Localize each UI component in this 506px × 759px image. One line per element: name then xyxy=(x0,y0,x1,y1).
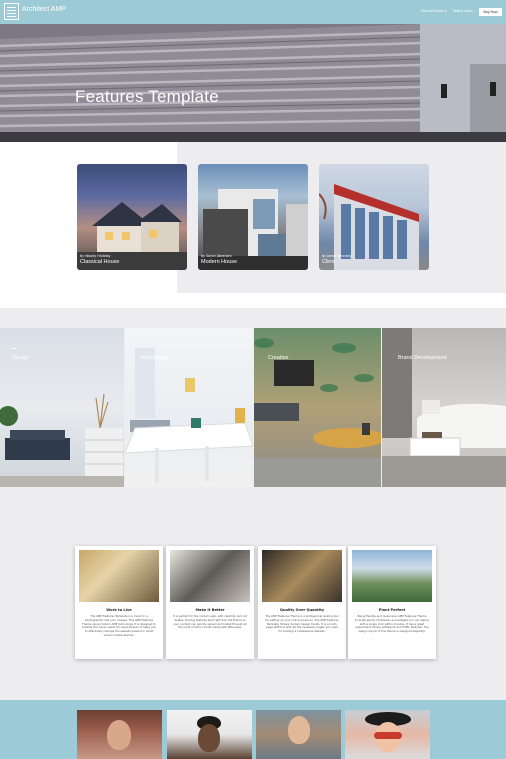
person-face xyxy=(198,724,220,752)
features-section: Work to Live The AMP Features Template i… xyxy=(0,524,506,700)
project-card-clinic[interactable]: by Jamie Kennedy Clinic xyxy=(319,164,429,270)
team-member-photo[interactable] xyxy=(256,710,341,759)
project-title[interactable]: Modern House xyxy=(201,259,237,265)
project-card-classical-house[interactable]: by Woody Halliday Classical House xyxy=(77,164,187,270)
category-tile-design[interactable]: Design xyxy=(0,328,124,487)
category-tile-creative[interactable]: Creative xyxy=(254,328,381,487)
top-navbar: Architect AMP View All Demo ▾ Watch Vide… xyxy=(0,0,506,24)
project-author: by Woody Halliday xyxy=(80,254,111,258)
hero-banner: Features Template xyxy=(0,24,506,142)
brand-development-room-image xyxy=(382,328,506,487)
site-logo-text[interactable]: Architect AMP xyxy=(22,6,66,13)
buy-now-button[interactable]: Buy Now xyxy=(479,8,502,16)
category-accent-bar xyxy=(12,348,16,349)
category-label[interactable]: Technology xyxy=(139,355,167,361)
nav-link-watch-video[interactable]: Watch Video xyxy=(453,9,473,13)
team-section xyxy=(0,700,506,759)
feature-title: Make It Better xyxy=(195,608,225,612)
feature-card-work-to-live[interactable]: Work to Live The AMP Features Template i… xyxy=(75,546,163,659)
design-room-image xyxy=(0,393,124,487)
feature-text: Being flexible and responsive AMP Featur… xyxy=(354,614,430,634)
categories-section: Design Technology Creative Brand Develop… xyxy=(0,308,506,524)
feature-title: Quality Over Quantity xyxy=(279,608,325,612)
person-face xyxy=(288,716,310,744)
project-card-modern-house[interactable]: by Sarah Abraham Modern House xyxy=(198,164,308,270)
projects-section: by Woody Halliday Classical House by Sar… xyxy=(0,142,506,308)
project-title[interactable]: Classical House xyxy=(80,259,119,265)
page-title: Features Template xyxy=(75,87,219,106)
feature-image xyxy=(352,550,432,602)
building-logo-icon[interactable] xyxy=(4,3,19,20)
feature-text: The AMP Features Template is a must for … xyxy=(81,614,157,637)
feature-image xyxy=(79,550,159,602)
category-label[interactable]: Brand Development xyxy=(398,355,447,361)
technology-room-image xyxy=(125,348,253,483)
feature-title: Plant Perfect xyxy=(378,608,406,612)
feature-card-plant-perfect[interactable]: Plant Perfect Being flexible and respons… xyxy=(348,546,436,659)
category-tile-technology[interactable]: Technology xyxy=(125,328,253,487)
team-member-photo[interactable] xyxy=(77,710,162,759)
feature-image xyxy=(262,550,342,602)
hero-building-image xyxy=(0,24,506,142)
person-face xyxy=(107,720,131,750)
project-author: by Sarah Abraham xyxy=(201,254,232,258)
category-label[interactable]: Design xyxy=(12,355,29,361)
category-label[interactable]: Creative xyxy=(268,355,288,361)
feature-card-make-it-better[interactable]: Make It Better It is perfect for the mod… xyxy=(166,546,254,659)
category-tile-brand-development[interactable]: Brand Development xyxy=(382,328,506,487)
project-author: by Jamie Kennedy xyxy=(322,254,352,258)
feature-text: The AMP Features Theme is a professional… xyxy=(265,614,339,634)
creative-room-image xyxy=(254,338,381,487)
feature-title: Work to Live xyxy=(106,608,132,612)
feature-text: It is perfect for the modern web, with c… xyxy=(173,614,247,630)
project-title[interactable]: Clinic xyxy=(322,259,335,265)
nav-link-view-all-demo[interactable]: View All Demo ▾ xyxy=(421,9,446,13)
feature-card-quality-over-quantity[interactable]: Quality Over Quantity The AMP Features T… xyxy=(258,546,346,659)
team-member-photo[interactable] xyxy=(345,710,430,759)
feature-image xyxy=(170,550,250,602)
sunglasses-icon xyxy=(374,732,402,739)
team-member-photo[interactable] xyxy=(167,710,252,759)
